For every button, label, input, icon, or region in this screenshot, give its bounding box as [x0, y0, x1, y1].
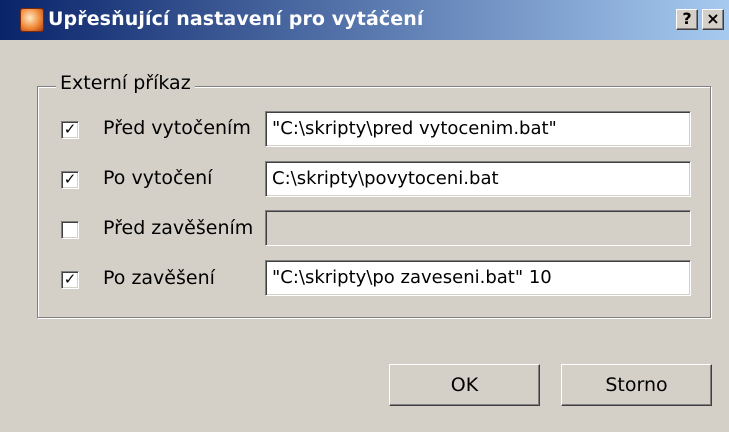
before-dial-command-input[interactable]: "C:\skripty\pred vytocenim.bat": [265, 111, 691, 147]
label-after-hangup: Po zavěšení: [103, 267, 215, 289]
checkbox-after-hangup[interactable]: ✓: [61, 271, 79, 289]
after-hangup-command-input[interactable]: "C:\skripty\po zaveseni.bat" 10: [265, 260, 691, 296]
help-button[interactable]: ?: [676, 9, 698, 30]
checkbox-after-dial[interactable]: ✓: [61, 171, 79, 189]
close-button[interactable]: ×: [702, 9, 724, 30]
dialog-window: Upřesňující nastavení pro vytáčení ? × E…: [0, 0, 729, 432]
label-after-dial: Po vytočení: [103, 167, 213, 189]
cancel-button[interactable]: Storno: [561, 364, 712, 406]
window-title: Upřesňující nastavení pro vytáčení: [48, 8, 424, 30]
group-label: Externí příkaz: [56, 72, 195, 94]
label-before-dial: Před vytočením: [103, 117, 251, 139]
dialup-app-icon: [20, 8, 44, 32]
before-hangup-command-input: [265, 210, 691, 246]
ok-button[interactable]: OK: [389, 364, 540, 406]
checkbox-before-hangup[interactable]: [61, 221, 79, 239]
label-before-hangup: Před zavěšením: [103, 217, 254, 239]
after-dial-command-input[interactable]: C:\skripty\povytoceni.bat: [265, 161, 691, 197]
title-bar[interactable]: Upřesňující nastavení pro vytáčení ? ×: [0, 0, 729, 40]
checkbox-before-dial[interactable]: ✓: [61, 121, 79, 139]
